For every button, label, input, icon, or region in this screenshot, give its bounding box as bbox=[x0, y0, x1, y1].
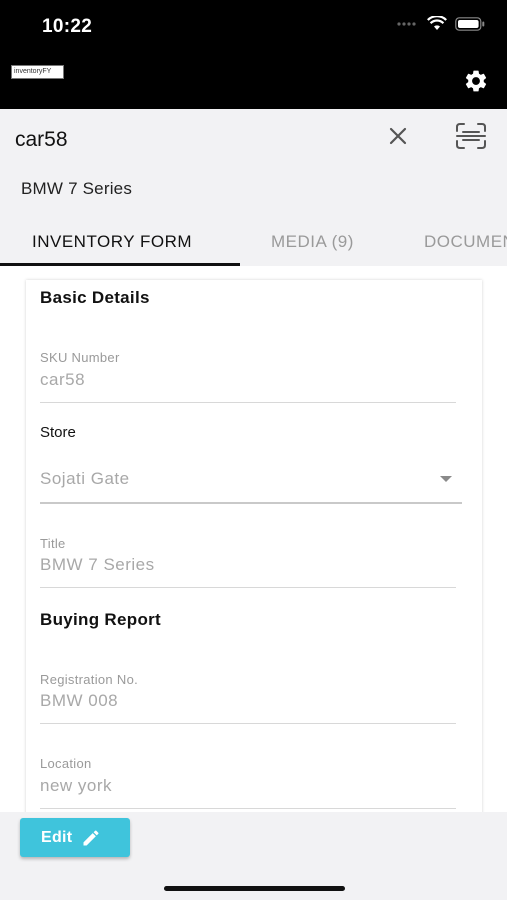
home-indicator[interactable] bbox=[164, 886, 345, 891]
edit-button[interactable]: Edit bbox=[20, 818, 130, 857]
sku-field[interactable]: car58 bbox=[40, 370, 85, 390]
location-field[interactable]: new york bbox=[40, 776, 112, 796]
status-time: 10:22 bbox=[42, 16, 93, 37]
tab-documents[interactable]: DOCUMENTS bbox=[424, 232, 507, 252]
gear-icon[interactable] bbox=[463, 68, 489, 94]
status-bar: 10:22 bbox=[0, 0, 507, 52]
title-underline bbox=[40, 587, 456, 588]
status-icons bbox=[397, 16, 485, 31]
section-title-basic-details: Basic Details bbox=[40, 288, 150, 307]
close-icon[interactable] bbox=[386, 124, 410, 148]
tab-inventory-form[interactable]: INVENTORY FORM bbox=[32, 232, 192, 252]
sku-underline bbox=[40, 402, 456, 403]
signal-icon bbox=[397, 21, 416, 26]
vehicle-id: car58 bbox=[15, 128, 68, 151]
edit-button-label: Edit bbox=[41, 828, 73, 846]
registration-field[interactable]: BMW 008 bbox=[40, 691, 118, 711]
bottom-bar: Edit bbox=[0, 812, 507, 900]
registration-label: Registration No. bbox=[40, 672, 139, 687]
scan-icon[interactable] bbox=[455, 122, 487, 150]
form-content[interactable]: Basic Details SKU Number car58 Store Soj… bbox=[0, 266, 507, 812]
location-underline bbox=[40, 808, 456, 809]
inventory-form-card: Basic Details SKU Number car58 Store Soj… bbox=[26, 280, 482, 812]
section-title-buying-report: Buying Report bbox=[40, 610, 162, 629]
store-underline bbox=[40, 502, 462, 504]
title-field[interactable]: BMW 7 Series bbox=[40, 555, 155, 575]
vehicle-name: BMW 7 Series bbox=[21, 179, 133, 198]
location-label: Location bbox=[40, 756, 92, 771]
title-label: Title bbox=[40, 536, 66, 551]
vehicle-header: car58 BMW 7 Series INVENTORY FORM MEDIA … bbox=[0, 109, 507, 266]
sku-label: SKU Number bbox=[40, 350, 120, 365]
app-logo: inventoryFY bbox=[11, 65, 64, 79]
pencil-icon bbox=[83, 829, 99, 845]
tab-bar: INVENTORY FORM MEDIA (9) DOCUMENTS bbox=[0, 222, 507, 266]
wifi-icon bbox=[427, 16, 447, 30]
app-bar: inventoryFY bbox=[0, 52, 507, 109]
tab-media[interactable]: MEDIA (9) bbox=[271, 232, 354, 252]
store-label: Store bbox=[40, 424, 76, 441]
chevron-down-icon[interactable] bbox=[440, 476, 452, 482]
registration-underline bbox=[40, 723, 456, 724]
store-select[interactable]: Sojati Gate bbox=[40, 469, 130, 489]
battery-icon bbox=[455, 16, 485, 31]
